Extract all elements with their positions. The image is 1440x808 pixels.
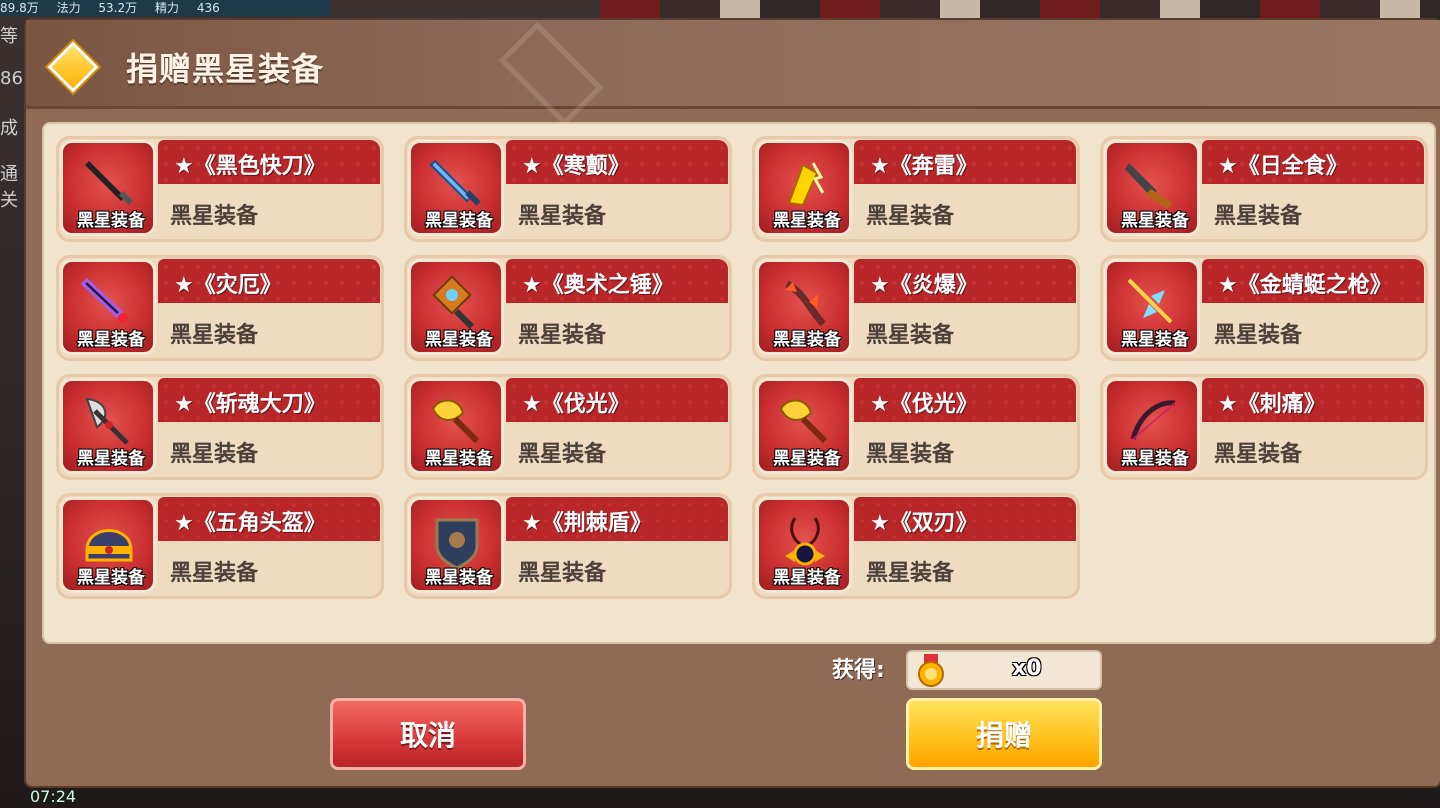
resource-value: 89.8万 [0, 1, 39, 15]
equipment-card[interactable]: ★《日全食》 黑星装备 黑星装备 [1100, 136, 1428, 242]
obtain-count: x0 [1012, 656, 1042, 681]
cancel-button[interactable]: 取消 [330, 698, 526, 770]
equipment-badge: 黑星装备 [773, 568, 841, 588]
equipment-name: ★《双刃》 [870, 511, 978, 536]
equipment-badge: 黑星装备 [425, 211, 493, 231]
equipment-badge: 黑星装备 [1121, 449, 1189, 469]
equipment-type: 黑星装备 [518, 442, 607, 467]
equipment-card[interactable]: ★《灾厄》 黑星装备 黑星装备 [56, 255, 384, 361]
equipment-type: 黑星装备 [866, 204, 955, 229]
equipment-icon-slot: 黑星装备 [60, 140, 156, 236]
equipment-type: 黑星装备 [170, 442, 259, 467]
equipment-card[interactable]: ★《伐光》 黑星装备 黑星装备 [404, 374, 732, 480]
dialog-title: 捐赠黑星装备 [126, 50, 325, 88]
equipment-card[interactable]: ★《炎爆》 黑星装备 黑星装备 [752, 255, 1080, 361]
equipment-card[interactable]: ★《寒颤》 黑星装备 黑星装备 [404, 136, 732, 242]
equipment-name: ★《日全食》 [1218, 154, 1348, 179]
equipment-card[interactable]: ★《金蜻蜓之枪》 黑星装备 黑星装备 [1100, 255, 1428, 361]
equipment-badge: 黑星装备 [77, 449, 145, 469]
equipment-card[interactable]: ★《荆棘盾》 黑星装备 黑星装备 [404, 493, 732, 599]
equipment-type: 黑星装备 [866, 442, 955, 467]
side-text: 86 [0, 68, 23, 89]
equipment-icon-slot: 黑星装备 [60, 378, 156, 474]
donate-dialog: 捐赠黑星装备 ★《黑色快刀》 黑星装备 黑星装备 ★《寒颤》 黑星装备 黑星装备… [24, 18, 1440, 788]
header-watermark-icon [498, 21, 604, 127]
equipment-card[interactable]: ★《奥术之锤》 黑星装备 黑星装备 [404, 255, 732, 361]
equipment-type: 黑星装备 [866, 561, 955, 586]
equipment-type: 黑星装备 [518, 323, 607, 348]
equipment-badge: 黑星装备 [425, 449, 493, 469]
obtain-reward-box: x0 [906, 650, 1102, 690]
equipment-badge: 黑星装备 [425, 330, 493, 350]
equipment-type: 黑星装备 [518, 204, 607, 229]
equipment-name: ★《奥术之锤》 [522, 273, 674, 298]
equipment-badge: 黑星装备 [773, 211, 841, 231]
equipment-type: 黑星装备 [170, 204, 259, 229]
medal-icon [918, 654, 944, 687]
resource-bar: 89.8万 法力 53.2万 精力 436 [0, 0, 330, 16]
diamond-icon [47, 41, 99, 93]
equipment-icon-slot: 黑星装备 [1104, 140, 1200, 236]
equipment-name: ★《伐光》 [870, 392, 978, 417]
equipment-badge: 黑星装备 [77, 568, 145, 588]
equipment-icon-slot: 黑星装备 [60, 497, 156, 593]
equipment-type: 黑星装备 [518, 561, 607, 586]
equipment-badge: 黑星装备 [773, 330, 841, 350]
equipment-icon-slot: 黑星装备 [756, 140, 852, 236]
equipment-icon-slot: 黑星装备 [408, 378, 504, 474]
equipment-name: ★《刺痛》 [1218, 392, 1326, 417]
equipment-name: ★《灾厄》 [174, 273, 282, 298]
equipment-badge: 黑星装备 [1121, 211, 1189, 231]
equipment-type: 黑星装备 [170, 323, 259, 348]
equipment-icon-slot: 黑星装备 [60, 259, 156, 355]
equipment-card[interactable]: ★《黑色快刀》 黑星装备 黑星装备 [56, 136, 384, 242]
equipment-name: ★《黑色快刀》 [174, 154, 326, 179]
side-text: 等 [0, 26, 18, 47]
equipment-card[interactable]: ★《斩魂大刀》 黑星装备 黑星装备 [56, 374, 384, 480]
background-timer: 07:24 [30, 787, 77, 806]
equipment-badge: 黑星装备 [77, 211, 145, 231]
equipment-icon-slot: 黑星装备 [1104, 378, 1200, 474]
equipment-name: ★《伐光》 [522, 392, 630, 417]
obtain-label: 获得: [832, 658, 885, 683]
resource-value: 53.2万 [98, 1, 138, 15]
equipment-icon-slot: 黑星装备 [408, 140, 504, 236]
donate-button[interactable]: 捐赠 [906, 698, 1102, 770]
equipment-type: 黑星装备 [1214, 204, 1303, 229]
equipment-badge: 黑星装备 [425, 568, 493, 588]
resource-label: 法力 [56, 1, 81, 15]
equipment-badge: 黑星装备 [77, 330, 145, 350]
background-side-text: 等 86 成 通关 [0, 22, 26, 222]
equipment-name: ★《金蜻蜓之枪》 [1218, 273, 1392, 298]
equipment-icon-slot: 黑星装备 [756, 259, 852, 355]
equipment-type: 黑星装备 [170, 561, 259, 586]
equipment-card[interactable]: ★《双刃》 黑星装备 黑星装备 [752, 493, 1080, 599]
dialog-header: 捐赠黑星装备 [26, 20, 1440, 127]
resource-label: 精力 [154, 1, 179, 15]
equipment-icon-slot: 黑星装备 [408, 259, 504, 355]
equipment-card[interactable]: ★《奔雷》 黑星装备 黑星装备 [752, 136, 1080, 242]
equipment-icon-slot: 黑星装备 [756, 378, 852, 474]
equipment-card[interactable]: ★《伐光》 黑星装备 黑星装备 [752, 374, 1080, 480]
equipment-name: ★《五角头盔》 [174, 511, 326, 536]
equipment-icon-slot: 黑星装备 [756, 497, 852, 593]
equipment-type: 黑星装备 [1214, 442, 1303, 467]
equipment-type: 黑星装备 [1214, 323, 1303, 348]
equipment-name: ★《炎爆》 [870, 273, 978, 298]
equipment-name: ★《寒颤》 [522, 154, 630, 179]
equipment-badge: 黑星装备 [1121, 330, 1189, 350]
equipment-card[interactable]: ★《五角头盔》 黑星装备 黑星装备 [56, 493, 384, 599]
resource-value: 436 [196, 1, 220, 15]
equipment-name: ★《斩魂大刀》 [174, 392, 326, 417]
equipment-icon-slot: 黑星装备 [1104, 259, 1200, 355]
equipment-name: ★《奔雷》 [870, 154, 978, 179]
equipment-badge: 黑星装备 [773, 449, 841, 469]
equipment-icon-slot: 黑星装备 [408, 497, 504, 593]
equipment-type: 黑星装备 [866, 323, 955, 348]
equipment-grid: ★《黑色快刀》 黑星装备 黑星装备 ★《寒颤》 黑星装备 黑星装备 ★《奔雷》 … [42, 122, 1436, 644]
equipment-card[interactable]: ★《刺痛》 黑星装备 黑星装备 [1100, 374, 1428, 480]
side-text: 成 [0, 118, 18, 139]
side-text: 通关 [0, 164, 18, 211]
equipment-name: ★《荆棘盾》 [522, 511, 652, 536]
